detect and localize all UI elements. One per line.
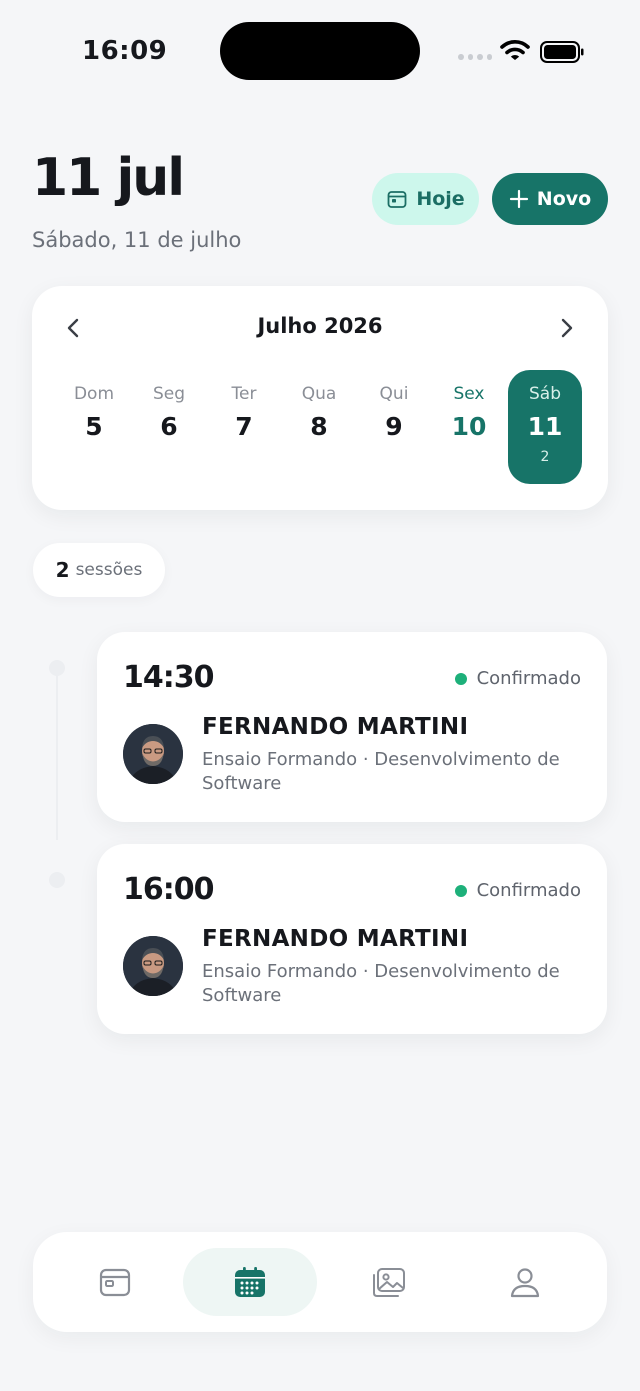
session-description: Ensaio Formando · Desenvolvimento de Sof…	[202, 961, 560, 1006]
calendar-grid-icon	[235, 1267, 265, 1297]
today-button[interactable]: Hoje	[372, 173, 479, 225]
cellular-signal-icon	[458, 54, 492, 62]
day-number: 9	[385, 412, 403, 441]
day-name: Seg	[152, 384, 186, 404]
day-name: Dom	[73, 384, 115, 404]
timeline-dot	[49, 660, 65, 676]
new-button-label: Novo	[536, 188, 592, 210]
avatar	[123, 724, 183, 784]
avatar	[123, 936, 183, 996]
status-label: Confirmado	[476, 668, 581, 689]
sessions-label: sessões	[75, 560, 143, 580]
day-session-count: 2	[540, 449, 550, 465]
calendar-day[interactable]: Qui 9	[357, 370, 431, 484]
sessions-count-badge: 2 sessões	[33, 543, 165, 597]
page-subtitle: Sábado, 11 de julho	[32, 228, 242, 252]
day-number: 11	[527, 412, 563, 441]
calendar-day-selected[interactable]: Sáb 11 2	[508, 370, 582, 484]
new-session-button[interactable]: Novo	[492, 173, 608, 225]
day-number: 10	[451, 412, 487, 441]
day-number: 5	[85, 412, 103, 441]
status-badge: Confirmado	[454, 668, 581, 689]
timeline-line	[56, 668, 58, 840]
day-name: Qui	[379, 384, 409, 404]
wifi-icon	[500, 40, 530, 60]
today-button-label: Hoje	[416, 188, 465, 210]
profile-icon	[510, 1268, 540, 1298]
session-card[interactable]: 14:30 Confirmado FERNANDO MARTINI Ensaio…	[97, 632, 607, 822]
client-name: FERNANDO MARTINI	[202, 926, 469, 952]
calendar-month-label: Julho 2026	[257, 314, 383, 338]
day-name: Sáb	[529, 384, 561, 404]
session-time: 16:00	[123, 872, 214, 907]
status-dot-icon	[454, 884, 467, 897]
calendar-day[interactable]: Ter 7	[207, 370, 281, 484]
week-calendar: Julho 2026 Dom 5 Seg 6 Ter 7 Qua 8 Qui 9…	[32, 286, 608, 510]
battery-icon	[540, 41, 584, 63]
nav-item-gallery[interactable]	[322, 1248, 456, 1316]
status-bar: 16:09	[0, 0, 640, 100]
calendar-day[interactable]: Qua 8	[282, 370, 356, 484]
session-card[interactable]: 16:00 Confirmado FERNANDO MARTINI Ensaio…	[97, 844, 607, 1034]
calendar-day[interactable]: Dom 5	[57, 370, 131, 484]
status-dot-icon	[454, 672, 467, 685]
nav-item-agenda[interactable]	[183, 1248, 317, 1316]
calendar-small-icon	[387, 191, 407, 208]
day-number: 7	[235, 412, 253, 441]
session-description: Ensaio Formando · Desenvolvimento de Sof…	[202, 749, 560, 794]
bottom-nav	[33, 1232, 607, 1332]
session-time: 14:30	[123, 660, 214, 695]
nav-item-today[interactable]	[48, 1248, 182, 1316]
calendar-day[interactable]: Seg 6	[132, 370, 206, 484]
timeline-dot	[49, 872, 65, 888]
nav-item-profile[interactable]	[458, 1248, 592, 1316]
status-label: Confirmado	[476, 880, 581, 901]
chevron-right-icon[interactable]	[554, 316, 578, 340]
page-title: 11 jul	[32, 148, 185, 208]
day-number: 8	[310, 412, 328, 441]
dynamic-island	[220, 22, 420, 80]
plus-icon	[509, 189, 528, 209]
calendar-icon	[99, 1268, 131, 1297]
client-name: FERNANDO MARTINI	[202, 714, 469, 740]
status-badge: Confirmado	[454, 880, 581, 901]
status-time: 16:09	[82, 36, 168, 66]
day-name: Ter	[231, 384, 257, 404]
day-name: Qua	[301, 384, 337, 404]
calendar-day-today[interactable]: Sex 10	[432, 370, 506, 484]
day-name: Sex	[453, 384, 485, 404]
sessions-count: 2	[55, 558, 70, 582]
gallery-icon	[373, 1268, 405, 1297]
day-number: 6	[160, 412, 178, 441]
